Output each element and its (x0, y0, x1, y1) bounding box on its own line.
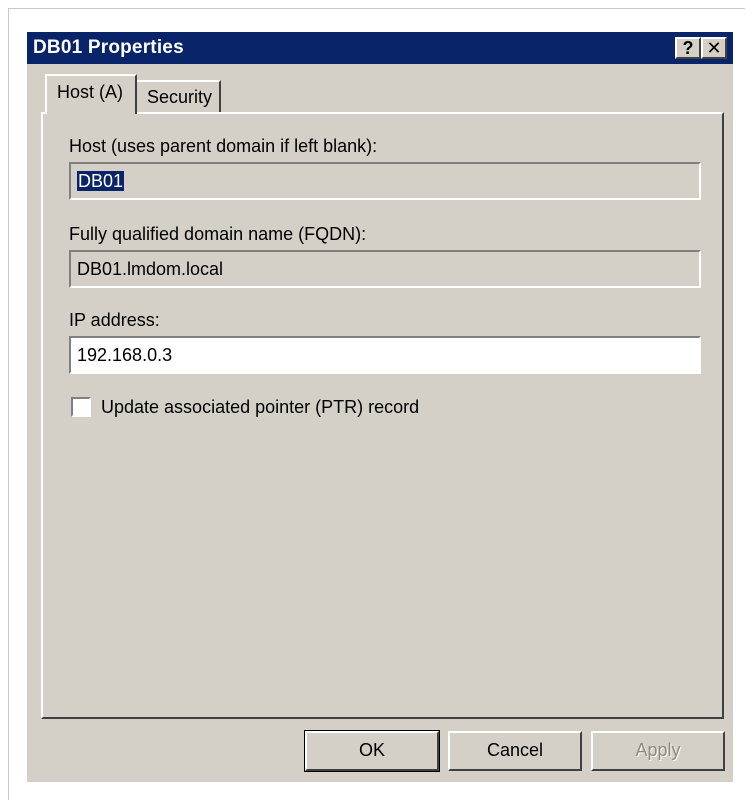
close-button[interactable]: ✕ (701, 37, 727, 59)
close-icon: ✕ (706, 38, 722, 58)
tab-host-a-label: Host (A) (57, 82, 124, 102)
cancel-button[interactable]: Cancel (448, 731, 582, 771)
fqdn-value: DB01.lmdom.local (77, 259, 224, 279)
fqdn-field[interactable]: DB01.lmdom.local (69, 250, 701, 288)
properties-dialog: DB01 Properties ? ✕ Host (A) Security Ho… (27, 32, 733, 782)
tab-security[interactable]: Security (135, 80, 221, 112)
window-title: DB01 Properties (33, 37, 184, 58)
ip-label: IP address: (69, 310, 160, 330)
apply-button[interactable]: Apply (591, 731, 725, 771)
ok-button[interactable]: OK (304, 730, 440, 772)
host-value: DB01 (77, 171, 125, 191)
tab-host-a[interactable]: Host (A) (45, 74, 137, 114)
host-field[interactable]: DB01 (69, 162, 701, 200)
ip-value: 192.168.0.3 (77, 345, 173, 365)
host-label: Host (uses parent domain if left blank): (69, 136, 378, 156)
fqdn-label: Fully qualified domain name (FQDN): (69, 224, 367, 244)
tab-panel-host: Host (uses parent domain if left blank):… (41, 112, 724, 719)
help-icon: ? (682, 38, 694, 58)
ptr-checkbox-label[interactable]: Update associated pointer (PTR) record (101, 397, 419, 418)
ip-address-field[interactable]: 192.168.0.3 (69, 336, 701, 374)
title-bar[interactable]: DB01 Properties ? ✕ (27, 32, 733, 64)
tab-security-label: Security (147, 87, 213, 107)
help-button[interactable]: ? (675, 37, 701, 59)
ptr-checkbox[interactable] (71, 397, 91, 417)
